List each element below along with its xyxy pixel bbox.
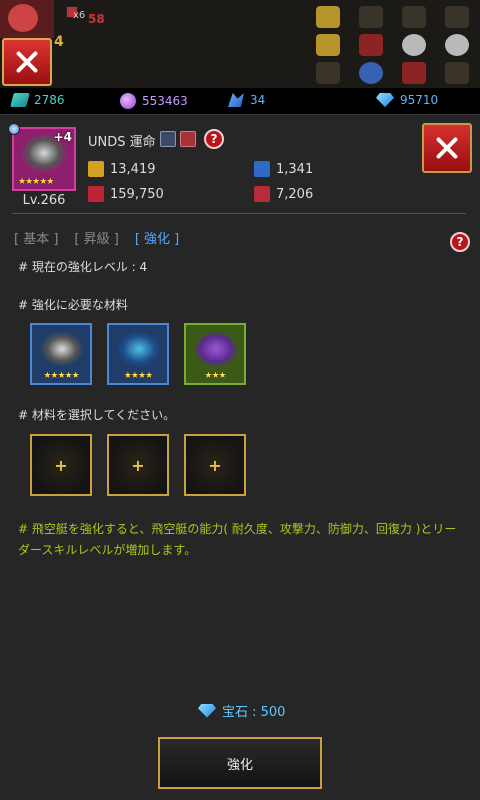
- trophy-icon[interactable]: [315, 6, 340, 28]
- empty-slot-3[interactable]: +: [184, 434, 246, 496]
- empty-slot-1[interactable]: +: [30, 434, 92, 496]
- attack-stat: 7,206: [254, 186, 313, 202]
- ship-name: UNDS 運命: [88, 135, 156, 150]
- material-stars: ★★★: [204, 371, 226, 381]
- menu-icon-grid: [306, 4, 478, 88]
- material-stars: ★★★★★: [43, 371, 79, 381]
- orb-amount: 553463: [142, 94, 188, 108]
- orb-icon: [120, 93, 136, 109]
- gift-icon[interactable]: [358, 34, 383, 56]
- help-button-secondary[interactable]: ?: [450, 232, 470, 252]
- defense-value: 1,341: [276, 161, 314, 177]
- hammer-badge-icon: [180, 131, 196, 147]
- wing-icon: [228, 93, 244, 107]
- gem-icon: [376, 93, 394, 107]
- wing-resource: 34: [228, 93, 265, 107]
- misc-icon-2[interactable]: [358, 62, 383, 84]
- current-level-label: # 現在の強化レベル : 4: [18, 260, 148, 274]
- close-icon: [435, 136, 459, 160]
- hp-stat: 159,750: [88, 186, 164, 202]
- stone-amount: 2786: [34, 93, 65, 107]
- enhance-plus-badge: +4: [53, 130, 72, 144]
- enhance-button[interactable]: 強化: [158, 737, 322, 789]
- spider-ship-icon: [40, 331, 84, 367]
- divider: [12, 213, 466, 214]
- hammer-icon: [254, 186, 270, 202]
- tab-basic[interactable]: [ 基本 ]: [14, 228, 58, 247]
- gem-amount: 95710: [400, 93, 439, 107]
- material-stars: ★★★★: [123, 371, 153, 381]
- type-badge-icon: [160, 131, 176, 147]
- ship-level: Lv.266: [22, 193, 66, 208]
- ranking-icon[interactable]: [358, 6, 383, 28]
- select-materials-label: # 材料を選択してください。: [18, 408, 176, 422]
- chat-icon[interactable]: [315, 34, 340, 56]
- enhance-panel: +4 ★★★★★ Lv.266 UNDS 運命 ? 13,419 159,750…: [0, 114, 480, 800]
- item-count: x6: [73, 10, 86, 21]
- flight-icon: [88, 161, 104, 177]
- misc-icon-3[interactable]: [401, 62, 426, 84]
- attack-value: 7,206: [276, 186, 314, 202]
- flight-value: 13,419: [110, 161, 156, 177]
- rarity-gem-icon: [8, 123, 20, 135]
- empty-slot-2[interactable]: +: [107, 434, 169, 496]
- required-materials-label: # 強化に必要な材料: [18, 298, 128, 312]
- tab-promote[interactable]: [ 昇級 ]: [74, 228, 118, 247]
- cost-text: 宝石 : 500: [222, 705, 286, 720]
- wing-amount: 34: [250, 93, 266, 107]
- quest-icon[interactable]: [444, 6, 469, 28]
- tab-enhance[interactable]: [ 強化 ]: [135, 228, 179, 247]
- ship-portrait: +4 ★★★★★: [8, 123, 76, 191]
- defense-stat: 1,341: [254, 161, 313, 177]
- tab-bar: [ 基本 ] [ 昇級 ] [ 強化 ]: [14, 228, 179, 247]
- shield-icon: [254, 161, 270, 177]
- ship-stars: ★★★★★: [18, 177, 54, 187]
- player-avatar[interactable]: [0, 0, 54, 40]
- gem-resource: 95710: [376, 93, 438, 107]
- help-button[interactable]: ?: [204, 129, 224, 149]
- purple-ship-icon: [194, 331, 238, 367]
- material-slot-2[interactable]: ★★★★: [107, 323, 169, 385]
- top-hud: x6 58 4: [0, 0, 480, 88]
- misc-icon-4[interactable]: [444, 62, 469, 84]
- material-slot-1[interactable]: ★★★★★: [30, 323, 92, 385]
- orb-resource: 553463: [120, 93, 188, 109]
- hp-value: 159,750: [110, 186, 164, 202]
- angel-icon[interactable]: [401, 34, 426, 56]
- gem-icon: [198, 703, 216, 718]
- wing-menu-icon[interactable]: [444, 34, 469, 56]
- close-icon: [15, 50, 39, 74]
- enhance-description: # 飛空艇を強化すると、飛空艇の能力( 耐久度、攻撃力、防御力、回復力 )とリー…: [18, 522, 457, 557]
- red-counter: 58: [88, 12, 105, 26]
- plus-icon: +: [54, 455, 68, 475]
- flight-stat: 13,419: [88, 161, 156, 177]
- hud-close-button[interactable]: [2, 38, 52, 86]
- heart-icon: [88, 186, 104, 202]
- close-button[interactable]: [422, 123, 472, 173]
- material-slot-3[interactable]: ★★★: [184, 323, 246, 385]
- plus-icon: +: [208, 455, 222, 475]
- resource-bar: 2786 553463 34 95710: [0, 88, 480, 114]
- misc-icon-1[interactable]: [315, 62, 340, 84]
- plus-icon: +: [131, 455, 145, 475]
- blue-ship-icon: [117, 331, 161, 367]
- enhance-cost: 宝石 : 500: [198, 701, 285, 720]
- stone-icon: [10, 93, 30, 107]
- stone-resource: 2786: [10, 93, 65, 107]
- book-icon[interactable]: [401, 6, 426, 28]
- player-level: 4: [54, 34, 64, 50]
